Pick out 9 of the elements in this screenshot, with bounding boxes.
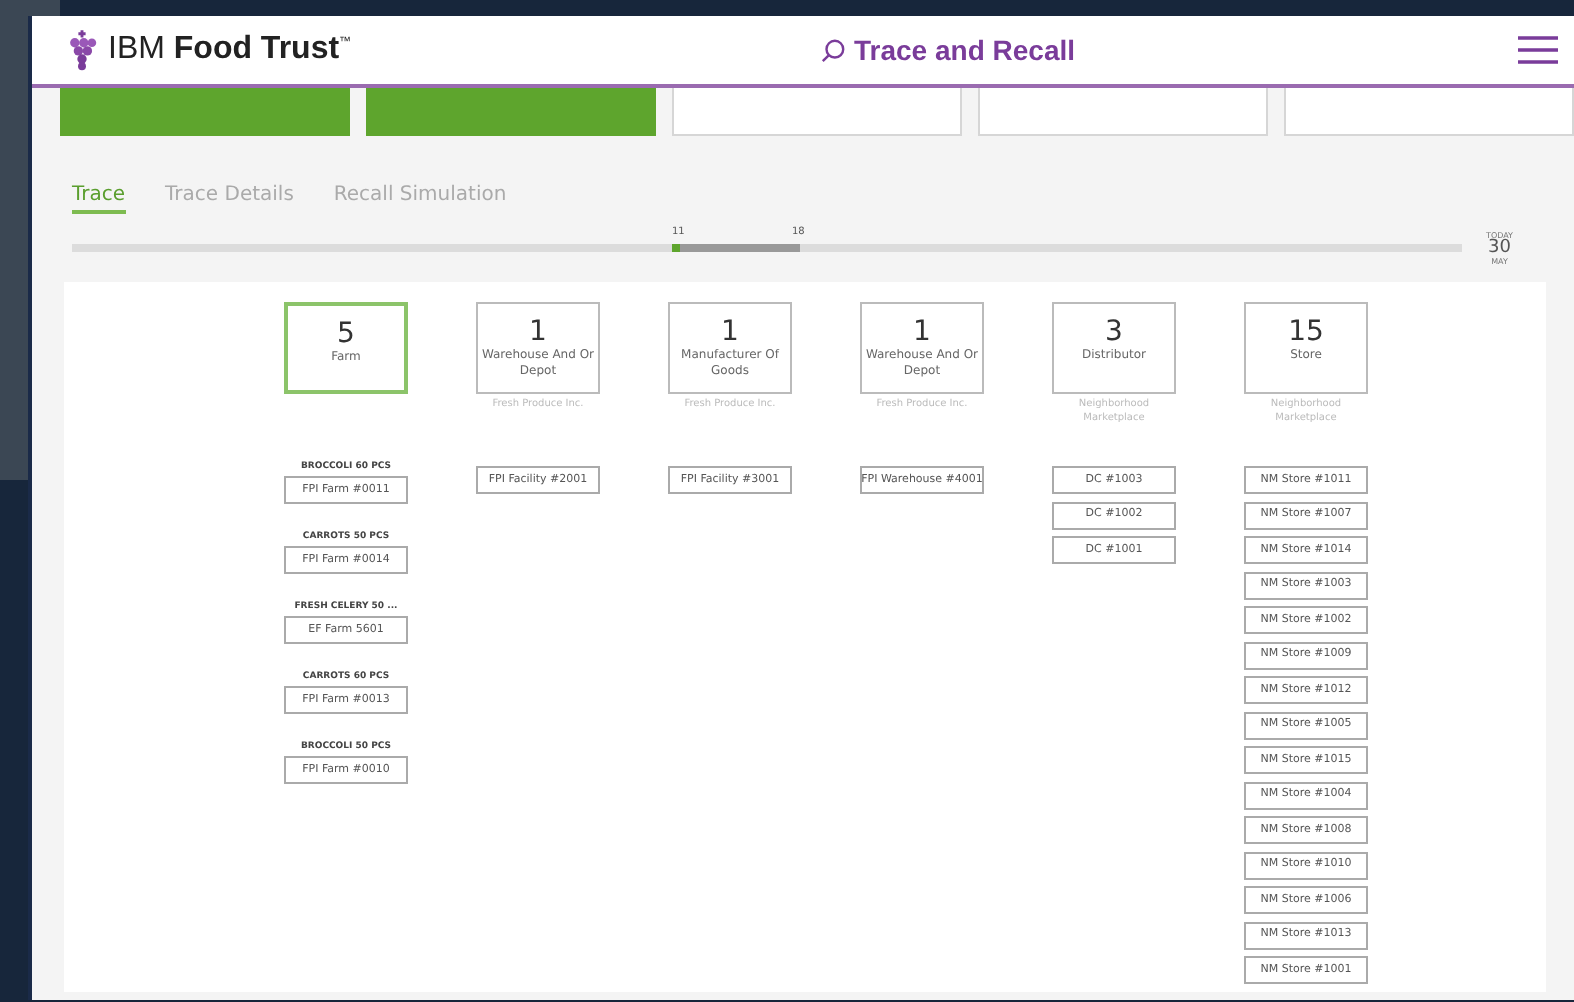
menu-icon[interactable]: [1518, 36, 1558, 64]
grape-logo-icon: [64, 28, 100, 72]
summary-card[interactable]: [60, 88, 350, 136]
page-title: Trace and Recall: [854, 34, 1076, 66]
logo-text: IBM Food Trust$^{™}$: [108, 32, 352, 68]
today-day: 30: [1488, 239, 1511, 257]
search-icon[interactable]: [820, 37, 846, 63]
range-selection[interactable]: [672, 244, 800, 252]
summary-card[interactable]: [366, 88, 656, 136]
